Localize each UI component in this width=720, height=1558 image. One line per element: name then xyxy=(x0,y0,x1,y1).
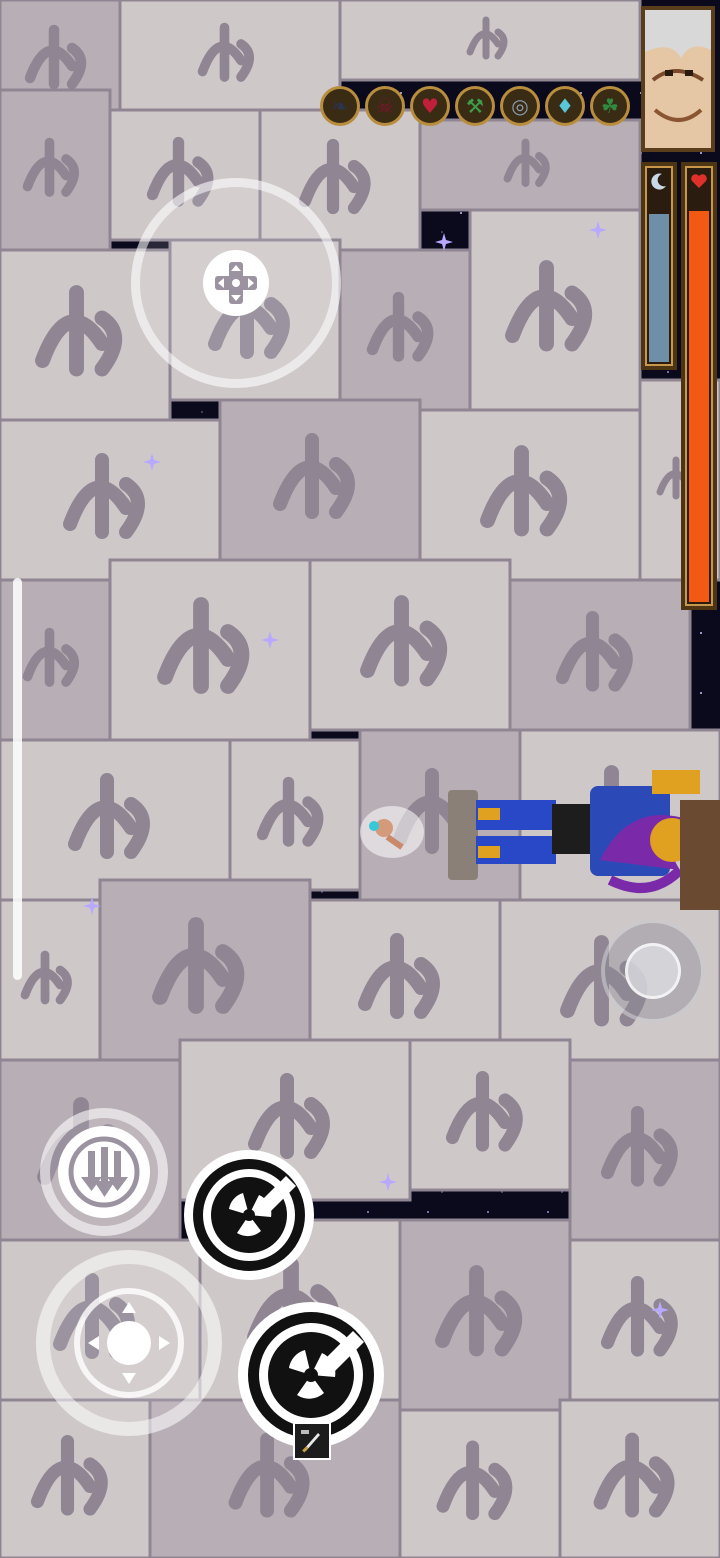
vertical-scrollbar[interactable] xyxy=(13,578,22,980)
health-bar xyxy=(681,162,717,610)
dash-down-button[interactable] xyxy=(40,1108,168,1236)
crosshair-icon xyxy=(74,1288,184,1398)
ruby-amulet-icon[interactable]: ♥ xyxy=(410,86,450,126)
chain-ring-icon[interactable]: ◎ xyxy=(500,86,540,126)
skull-mask-icon[interactable]: ☠ xyxy=(365,86,405,126)
old-warrior-face-icon xyxy=(645,10,711,148)
crow-icon[interactable]: ❧ xyxy=(320,86,360,126)
crystal-cluster-icon[interactable]: ♦ xyxy=(545,86,585,126)
equipped-items-row: ❧ ☠ ♥ ⚒ ◎ ♦ ☘ xyxy=(320,86,640,128)
green-leaf-icon[interactable]: ☘ xyxy=(590,86,630,126)
dpad-cross-icon[interactable] xyxy=(203,250,269,316)
mana-bar xyxy=(641,162,677,370)
moon-icon xyxy=(649,170,669,192)
aim-joystick-knob[interactable] xyxy=(625,943,681,999)
player-sprite xyxy=(360,806,424,858)
health-bar-fill xyxy=(689,211,709,602)
mana-bar-fill xyxy=(649,214,669,362)
attack-button[interactable] xyxy=(36,1250,222,1436)
aim-joystick[interactable] xyxy=(601,919,705,1023)
heart-icon xyxy=(689,170,709,192)
green-hammer-icon[interactable]: ⚒ xyxy=(455,86,495,126)
skill-button-1[interactable] xyxy=(184,1150,314,1280)
down-arrows-icon xyxy=(58,1126,150,1218)
triskelion-icon xyxy=(193,1159,305,1271)
character-portrait[interactable] xyxy=(641,6,715,152)
movement-joystick[interactable] xyxy=(131,178,341,388)
sword-scroll-icon xyxy=(293,1422,331,1460)
enemy-sprite xyxy=(448,770,720,910)
